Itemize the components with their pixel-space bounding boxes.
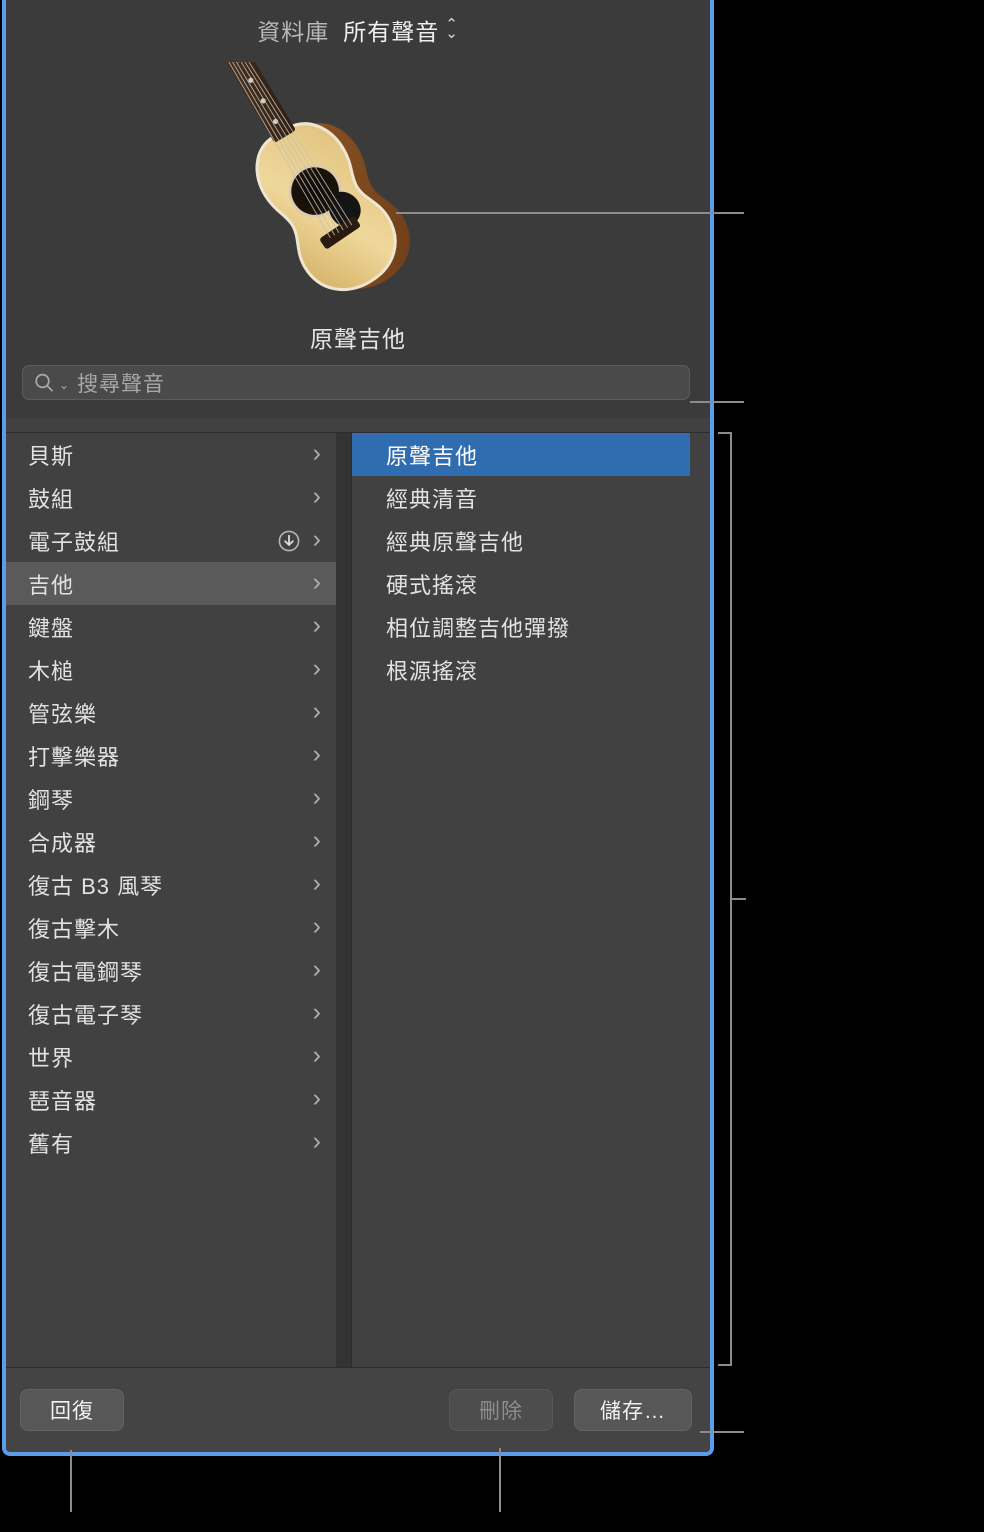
category-row[interactable]: 復古擊木 › (6, 906, 336, 949)
category-label: 合成器 (28, 830, 98, 856)
category-row[interactable]: 電子鼓組 › (6, 519, 336, 562)
category-label: 鍵盤 (28, 615, 75, 641)
category-row[interactable]: 復古 B3 風琴 › (6, 863, 336, 906)
chevron-right-icon[interactable]: › (313, 699, 322, 724)
category-row[interactable]: 打擊樂器 › (6, 734, 336, 777)
callout-bracket-lists-tick (730, 898, 746, 900)
patch-preview-area: 原聲吉他 (6, 56, 710, 356)
category-row[interactable]: 鋼琴 › (6, 777, 336, 820)
sound-scope-popup-button[interactable]: 所有聲音 ⌃ ⌄ (343, 13, 459, 47)
patch-row[interactable]: 根源搖滾 (352, 648, 690, 691)
chevron-right-icon[interactable]: › (313, 484, 322, 509)
category-label: 打擊樂器 (28, 744, 121, 770)
library-header: 資料庫 所有聲音 ⌃ ⌄ (6, 0, 710, 60)
category-row[interactable]: 木槌 › (6, 648, 336, 691)
chevron-right-icon[interactable]: › (313, 570, 322, 595)
search-placeholder: 搜尋聲音 (77, 372, 166, 396)
category-label: 復古 B3 風琴 (28, 873, 164, 899)
patch-label: 根源搖滾 (386, 658, 479, 684)
callout-bracket-lists-top (718, 432, 732, 434)
revert-button[interactable]: 回復 (20, 1389, 124, 1431)
save-button[interactable]: 儲存… (574, 1389, 692, 1431)
chevron-right-icon[interactable]: › (313, 828, 322, 853)
category-label: 琶音器 (28, 1088, 98, 1114)
category-label: 世界 (28, 1045, 75, 1071)
category-row[interactable]: 復古電子琴 › (6, 992, 336, 1035)
library-panel: 資料庫 所有聲音 ⌃ ⌄ 原聲吉他 ⌄ 搜尋聲音 貝斯 › 鼓組 › 電子鼓組 … (2, 0, 714, 1456)
patch-list[interactable]: 原聲吉他經典清音經典原聲吉他 硬式搖滾相位調整吉他彈撥 根源搖滾 (352, 433, 710, 1369)
chevron-right-icon[interactable]: › (313, 527, 322, 552)
category-label: 鼓組 (28, 486, 75, 512)
chevron-up-down-icon: ⌃ ⌄ (445, 15, 459, 42)
search-input[interactable]: ⌄ 搜尋聲音 (22, 365, 690, 400)
callout-bracket-lists-bottom (718, 1364, 732, 1366)
bottom-button-bar: 回復 刪除 儲存… (6, 1367, 710, 1452)
patch-row[interactable]: 硬式搖滾 (352, 562, 690, 605)
chevron-right-icon[interactable]: › (313, 957, 322, 982)
chevron-right-icon[interactable]: › (313, 656, 322, 681)
callout-line-revert (70, 1450, 72, 1512)
download-circle-icon[interactable] (277, 529, 301, 553)
category-row[interactable]: 管弦樂 › (6, 691, 336, 734)
chevron-right-icon[interactable]: › (313, 1129, 322, 1154)
patch-label: 硬式搖滾 (386, 572, 479, 598)
patch-row[interactable]: 經典原聲吉他 (352, 519, 690, 562)
search-row: ⌄ 搜尋聲音 (6, 356, 710, 418)
patch-label: 經典原聲吉他 (386, 529, 525, 555)
category-label: 復古電子琴 (28, 1002, 144, 1028)
category-label: 吉他 (28, 572, 75, 598)
callout-line-preview (396, 212, 744, 214)
column-divider (336, 433, 352, 1369)
sound-scope-label: 所有聲音 (343, 19, 440, 45)
category-label: 舊有 (28, 1131, 75, 1157)
category-row[interactable]: 貝斯 › (6, 433, 336, 476)
category-label: 貝斯 (28, 443, 75, 469)
category-label: 復古擊木 (28, 916, 121, 942)
chevron-right-icon[interactable]: › (313, 1043, 322, 1068)
category-label: 木槌 (28, 658, 75, 684)
chevron-right-icon[interactable]: › (313, 742, 322, 767)
category-row[interactable]: 琶音器 › (6, 1078, 336, 1121)
patch-row[interactable]: 經典清音 (352, 476, 690, 519)
acoustic-guitar-icon (224, 62, 494, 292)
delete-button: 刪除 (449, 1389, 553, 1431)
category-label: 電子鼓組 (28, 529, 121, 555)
callout-line-delete (499, 1448, 501, 1512)
category-row[interactable]: 吉他 › (6, 562, 336, 605)
chevron-right-icon[interactable]: › (313, 1000, 322, 1025)
callout-line-search (690, 401, 744, 403)
category-row[interactable]: 舊有 › (6, 1121, 336, 1164)
chevron-right-icon[interactable]: › (313, 871, 322, 896)
patch-row[interactable]: 相位調整吉他彈撥 (352, 605, 690, 648)
category-row[interactable]: 復古電鋼琴 › (6, 949, 336, 992)
patch-row[interactable]: 原聲吉他 (352, 433, 690, 476)
callout-line-save (700, 1431, 744, 1433)
category-list[interactable]: 貝斯 › 鼓組 › 電子鼓組 › 吉他 › 鍵盤 › 木槌 › 管弦樂 › 打擊樂器 › 鋼琴 › 合成器 › 復古 B… (6, 433, 336, 1369)
chevron-right-icon[interactable]: › (313, 1086, 322, 1111)
library-label: 資料庫 (257, 19, 330, 45)
chevron-right-icon[interactable]: › (313, 613, 322, 638)
category-row[interactable]: 鼓組 › (6, 476, 336, 519)
category-label: 復古電鋼琴 (28, 959, 144, 985)
search-icon[interactable] (33, 372, 55, 394)
category-row[interactable]: 世界 › (6, 1035, 336, 1078)
search-chevron-down-icon[interactable]: ⌄ (59, 378, 69, 392)
patch-label: 經典清音 (386, 486, 479, 512)
patch-preview-name: 原聲吉他 (310, 326, 406, 352)
category-label: 鋼琴 (28, 787, 75, 813)
patch-label: 原聲吉他 (386, 443, 479, 469)
chevron-right-icon[interactable]: › (313, 914, 322, 939)
chevron-right-icon[interactable]: › (313, 785, 322, 810)
chevron-right-icon[interactable]: › (313, 441, 322, 466)
category-label: 管弦樂 (28, 701, 98, 727)
browser-lists: 貝斯 › 鼓組 › 電子鼓組 › 吉他 › 鍵盤 › 木槌 › 管弦樂 › 打擊樂器 › 鋼琴 › 合成器 › 復古 B… (6, 432, 710, 1369)
category-row[interactable]: 鍵盤 › (6, 605, 336, 648)
category-row[interactable]: 合成器 › (6, 820, 336, 863)
patch-label: 相位調整吉他彈撥 (386, 615, 571, 641)
